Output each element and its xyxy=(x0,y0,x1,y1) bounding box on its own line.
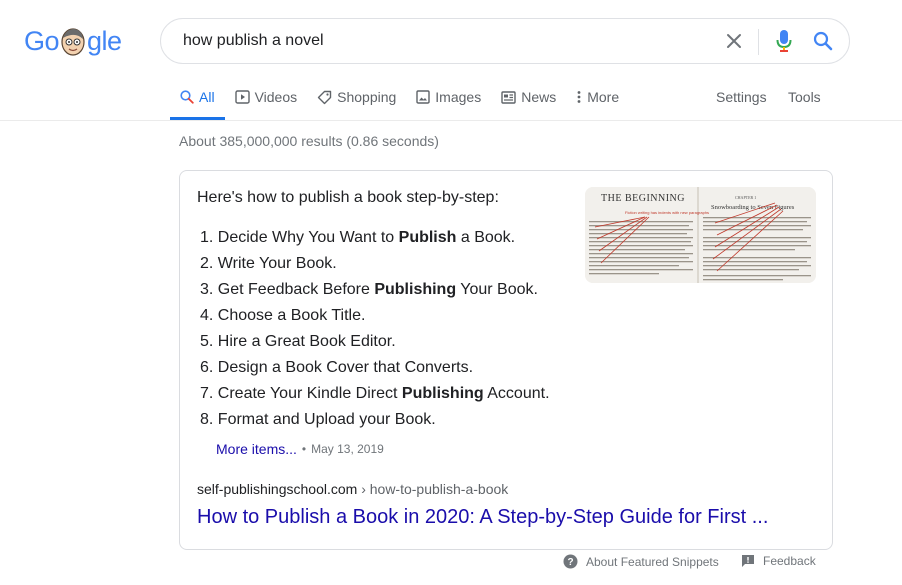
list-item-bold: Publishing xyxy=(401,385,484,402)
voice-search-button[interactable] xyxy=(771,19,797,63)
list-item: 5. Hire a Great Book Editor. xyxy=(200,329,550,355)
result-title-link[interactable]: How to Publish a Book in 2020: A Step-by… xyxy=(197,506,768,529)
feedback-label: Feedback xyxy=(763,554,816,568)
list-item-bold: Publishing xyxy=(374,281,457,298)
search-box-separator xyxy=(758,29,759,55)
list-item: 6. Design a Book Cover that Converts. xyxy=(200,355,550,381)
list-item: 8. Format and Upload your Book. xyxy=(200,407,550,433)
tab-videos-label: Videos xyxy=(254,89,298,105)
list-item-number: 7. xyxy=(200,385,214,402)
list-item-text: Write Your Book. xyxy=(217,255,337,272)
feedback-icon xyxy=(742,555,754,567)
logo-gle-text: gle xyxy=(87,25,122,56)
list-item-number: 2. xyxy=(200,255,214,272)
about-snippets-label: About Featured Snippets xyxy=(586,554,719,569)
search-button[interactable] xyxy=(809,19,837,63)
list-item-text-end: Your Book. xyxy=(456,281,538,298)
microphone-icon xyxy=(776,30,792,52)
search-tabs: All Videos Shopping Images News More xyxy=(170,82,629,120)
list-item-number: 1. xyxy=(200,229,214,246)
tag-icon xyxy=(317,90,332,104)
thumb-chapter: CHAPTER 1 xyxy=(735,195,756,200)
snippet-thumbnail[interactable]: THE BEGINNING CHAPTER 1 Snowboarding to … xyxy=(585,187,816,283)
list-item-text-end: a Book. xyxy=(456,229,516,246)
list-item-number: 3. xyxy=(200,281,214,298)
search-icon xyxy=(180,90,194,104)
svg-text:?: ? xyxy=(567,557,573,568)
settings-link[interactable]: Settings xyxy=(716,82,767,112)
list-item-number: 5. xyxy=(200,333,214,350)
list-item-number: 6. xyxy=(200,359,214,376)
feedback-link[interactable]: Feedback xyxy=(741,554,816,568)
thumb-annotation: Fiction writing has indents with new par… xyxy=(625,210,709,215)
cite-path: › how-to-publish-a-book xyxy=(357,481,509,497)
doodle-face-icon xyxy=(61,28,85,56)
list-item-text: Create Your Kindle Direct xyxy=(217,385,402,402)
image-icon xyxy=(416,90,430,104)
result-cite: self-publishingschool.com › how-to-publi… xyxy=(197,481,508,497)
news-icon xyxy=(501,90,516,104)
tab-all-label: All xyxy=(199,89,215,105)
list-item-text: Get Feedback Before xyxy=(217,281,375,298)
about-featured-snippets-link[interactable]: ? About Featured Snippets xyxy=(563,554,719,569)
tab-all[interactable]: All xyxy=(170,82,225,120)
book-pages-image: THE BEGINNING CHAPTER 1 Snowboarding to … xyxy=(585,187,816,283)
tab-videos[interactable]: Videos xyxy=(225,82,308,112)
list-item-text: Hire a Great Book Editor. xyxy=(217,333,396,350)
more-vert-icon xyxy=(577,91,581,103)
tab-more-label: More xyxy=(587,89,620,105)
header-divider xyxy=(0,120,902,121)
list-item-text-end: Account. xyxy=(483,385,550,402)
more-items-link[interactable]: More items... xyxy=(216,441,297,457)
google-logo[interactable]: Go gle xyxy=(24,24,122,58)
more-items-row: More items... • May 13, 2019 xyxy=(216,441,384,457)
tab-images[interactable]: Images xyxy=(406,82,491,112)
tab-news[interactable]: News xyxy=(491,82,566,112)
result-stats: About 385,000,000 results (0.86 seconds) xyxy=(179,133,439,149)
thumb-left-heading: THE BEGINNING xyxy=(601,193,685,204)
tab-shopping[interactable]: Shopping xyxy=(307,82,406,112)
clear-search-button[interactable] xyxy=(721,19,747,63)
close-icon xyxy=(727,34,741,48)
logo-letters-go: Go xyxy=(24,25,60,56)
snippet-heading: Here's how to publish a book step-by-ste… xyxy=(197,189,499,206)
about-snippets-item: ? About Featured Snippets xyxy=(563,554,719,569)
list-item-text: Decide Why You Want to xyxy=(217,229,399,246)
list-item: 2. Write Your Book. xyxy=(200,251,550,277)
thumb-right-heading: Snowboarding to Seven Figures xyxy=(711,204,795,211)
search-icon xyxy=(813,31,833,51)
tab-images-label: Images xyxy=(435,89,482,105)
list-item-bold: Publish xyxy=(398,229,457,246)
tab-shopping-label: Shopping xyxy=(337,89,397,105)
cite-domain: self-publishingschool.com xyxy=(197,481,358,497)
list-item: 4. Choose a Book Title. xyxy=(200,303,550,329)
list-item: 7. Create Your Kindle Direct Publishing … xyxy=(200,381,550,407)
search-box xyxy=(160,18,850,64)
tab-more[interactable]: More xyxy=(566,82,629,112)
logo-letters-gle: gle xyxy=(87,26,122,57)
list-item: 3. Get Feedback Before Publishing Your B… xyxy=(200,277,550,303)
list-item-number: 8. xyxy=(200,411,214,428)
separator-dot: • xyxy=(301,442,307,456)
help-icon: ? xyxy=(563,554,578,569)
tools-link[interactable]: Tools xyxy=(788,82,821,112)
snippet-date: May 13, 2019 xyxy=(311,442,384,456)
featured-snippet: Here's how to publish a book step-by-ste… xyxy=(179,170,833,550)
snippet-list: 1. Decide Why You Want to Publish a Book… xyxy=(200,225,550,433)
tab-news-label: News xyxy=(521,89,557,105)
list-item: 1. Decide Why You Want to Publish a Book… xyxy=(200,225,550,251)
list-item-number: 4. xyxy=(200,307,214,324)
list-item-text: Design a Book Cover that Converts. xyxy=(217,359,474,376)
list-item-text: Format and Upload your Book. xyxy=(217,411,436,428)
feedback-item: Feedback xyxy=(741,554,816,568)
video-icon xyxy=(234,90,250,104)
list-item-text: Choose a Book Title. xyxy=(217,307,366,324)
search-input[interactable] xyxy=(181,31,705,51)
